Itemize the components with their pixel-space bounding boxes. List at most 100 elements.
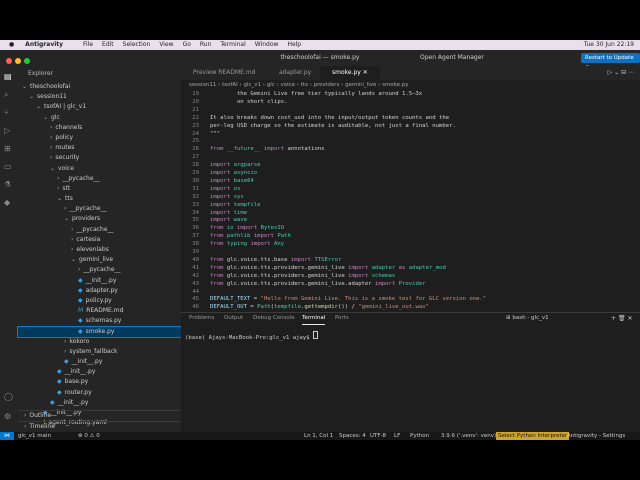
python-icon[interactable]: ◆ (4, 198, 14, 207)
run-debug-icon[interactable]: ▷ (4, 126, 14, 135)
code-token: pathlib (226, 233, 251, 240)
source-control-icon[interactable]: ⑂ (4, 108, 14, 117)
problems-indicator[interactable]: ⊗ 0 ⚠ 0 (78, 432, 100, 440)
file-item[interactable]: ◆ __init__.py (18, 367, 181, 377)
folder-item[interactable]: › __pycache__ (18, 174, 181, 184)
panel-tab-problems[interactable]: Problems (189, 313, 214, 324)
code-token: Path (277, 233, 291, 240)
breadcrumb-item[interactable]: providers (314, 82, 340, 88)
menu-item-file[interactable]: File (83, 40, 93, 50)
folder-item[interactable]: › routes (18, 143, 181, 153)
folder-item[interactable]: › stt (18, 184, 181, 194)
python-env[interactable]: 3.9.6 ('.venv': venv) (441, 432, 496, 440)
select-interpreter-button[interactable]: Select Python Interpreter (496, 432, 570, 440)
file-item[interactable]: M README.md (18, 306, 181, 316)
folder-item[interactable]: ⌄ session11 (18, 92, 181, 102)
folder-item[interactable]: › __pycache__ (18, 225, 181, 235)
file-item[interactable]: ◆ router.py (18, 388, 181, 398)
chevron-down-icon: ⌄ (29, 93, 35, 101)
file-item[interactable]: ◆ policy.py (18, 296, 181, 306)
eol[interactable]: LF (394, 432, 400, 440)
breadcrumb-item[interactable]: voice (281, 82, 296, 88)
branch-indicator[interactable]: glc_v1 main (18, 432, 51, 440)
encoding[interactable]: UTF-8 (370, 432, 386, 440)
breadcrumb-item[interactable]: tsofAI (222, 82, 238, 88)
folder-item[interactable]: › channels (18, 123, 181, 133)
breadcrumb-item[interactable]: glc (267, 82, 275, 88)
testing-icon[interactable]: ⚗ (4, 180, 14, 189)
remote-indicator-icon[interactable]: ⋈ (0, 432, 14, 440)
breadcrumb-item[interactable]: session11 (189, 82, 216, 88)
file-tree: ⌄ theschoolofai ⌄ session11 ⌄ tsofAI | glc_v1… (17, 82, 182, 428)
folder-item[interactable]: ⌄ glc (18, 113, 181, 123)
indentation[interactable]: Spaces: 4 (339, 432, 366, 440)
app-settings[interactable]: Antigravity - Settings (567, 432, 625, 440)
breadcrumb-item[interactable]: glc_v1 (243, 82, 261, 88)
app-menu[interactable]: Antigravity (25, 40, 63, 50)
code-editor[interactable]: 19 the Gemini Live free tier typically l… (181, 90, 640, 312)
settings-gear-icon[interactable]: ⚙ (4, 412, 14, 421)
folder-item[interactable]: › kokoro (18, 337, 181, 347)
language-mode[interactable]: Python (410, 432, 429, 440)
folder-item[interactable]: › __pycache__ (18, 265, 181, 275)
menu-item-view[interactable]: View (159, 40, 173, 50)
file-item[interactable]: ◆ base.py (18, 377, 181, 387)
editor-tab[interactable]: adapter.py (267, 66, 320, 80)
folder-item[interactable]: › security (18, 153, 181, 163)
folder-item[interactable]: ⌄ voice (18, 164, 181, 174)
chevron-right-icon: › (50, 154, 53, 162)
folder-item[interactable]: ⌄ theschoolofai (18, 82, 181, 92)
folder-item[interactable]: ⌄ tts (18, 194, 181, 204)
folder-item[interactable]: › policy (18, 133, 181, 143)
folder-item[interactable]: › __pycache__ (18, 204, 181, 214)
search-icon[interactable]: ⌕ (4, 90, 14, 99)
folder-item[interactable]: › system_fallback (18, 347, 181, 357)
file-item[interactable]: ◆ schemas.py (18, 316, 181, 326)
tree-item-label: providers (72, 215, 101, 223)
folder-item[interactable]: ⌄ providers (18, 214, 181, 224)
restart-update-button[interactable]: Restart to Update ⇧ (581, 53, 640, 71)
file-item[interactable]: ◆ smoke.py (17, 325, 182, 338)
cursor-position[interactable]: Ln 1, Col 1 (304, 432, 333, 440)
panel-tab-terminal[interactable]: Terminal (302, 313, 326, 325)
file-item[interactable]: ◆ __init__.py (18, 357, 181, 367)
breadcrumb-item[interactable]: smoke.py (382, 82, 408, 88)
explorer-icon[interactable]: ▤ (4, 72, 14, 81)
breadcrumb-item[interactable]: gemini_live (345, 82, 376, 88)
menu-item-selection[interactable]: Selection (123, 40, 151, 50)
menu-item-go[interactable]: Go (183, 40, 191, 50)
file-item[interactable]: ◆ adapter.py (18, 286, 181, 296)
menu-item-window[interactable]: Window (255, 40, 279, 50)
extensions-icon[interactable]: ⊞ (4, 144, 14, 153)
close-panel-icon[interactable]: ✕ (628, 315, 633, 322)
menu-item-edit[interactable]: Edit (102, 40, 114, 50)
terminal-output[interactable]: (base) Ajays-MacBook-Pro:glc_v1 ajay$ (185, 331, 318, 341)
terminal-shell-label[interactable]: ⊞ bash - glc_v1 (506, 313, 549, 324)
folder-item[interactable]: › cartesia (18, 235, 181, 245)
remote-icon[interactable]: ▭ (4, 162, 14, 171)
breadcrumb-item[interactable]: tts (301, 82, 308, 88)
close-tab-icon[interactable]: ✕ (361, 69, 368, 76)
kill-terminal-icon[interactable]: 🗑 (618, 315, 626, 322)
menu-item-run[interactable]: Run (200, 40, 212, 50)
code-line: 30 import base64 (181, 177, 640, 185)
apple-icon[interactable]: ● (9, 40, 14, 50)
panel-tab-output[interactable]: Output (224, 313, 243, 324)
account-icon[interactable]: ◯ (4, 392, 14, 401)
menu-item-terminal[interactable]: Terminal (220, 40, 245, 50)
panel-tab-ports[interactable]: Ports (335, 313, 349, 324)
timeline-section[interactable]: › Timeline (18, 421, 187, 432)
panel-tab-debug-console[interactable]: Debug Console (253, 313, 295, 324)
outline-section[interactable]: › Outline (18, 410, 187, 421)
file-item[interactable]: ◆ __init__.py (18, 398, 181, 408)
folder-item[interactable]: › elevenlabs (18, 245, 181, 255)
add-terminal-icon[interactable]: + (611, 315, 616, 322)
menu-item-help[interactable]: Help (287, 40, 301, 50)
file-item[interactable]: ◆ __init__.py (18, 276, 181, 286)
folder-item[interactable]: ⌄ tsofAI | glc_v1 (18, 102, 181, 112)
editor-tab[interactable]: smoke.py ✕ (320, 66, 380, 80)
open-agent-manager-button[interactable]: Open Agent Manager (420, 50, 484, 66)
editor-tab[interactable]: Preview README.md (181, 66, 267, 80)
folder-item[interactable]: ⌄ gemini_live (18, 255, 181, 265)
panel-actions: + 🗑 ✕ (611, 313, 633, 324)
